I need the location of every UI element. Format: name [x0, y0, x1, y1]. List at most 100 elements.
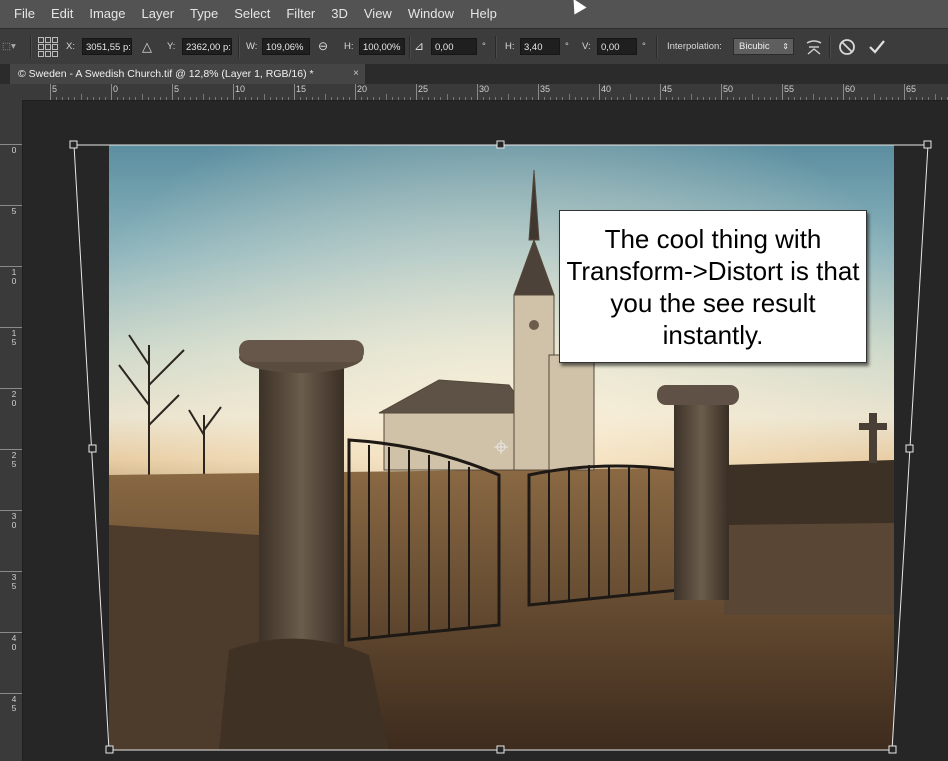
menu-file[interactable]: File — [0, 0, 43, 28]
menu-select[interactable]: Select — [226, 0, 278, 28]
document-canvas[interactable]: The cool thing with Transform->Distort i… — [23, 101, 948, 761]
vertical-ruler[interactable]: 0 5 10 15 20 25 30 35 40 45 — [0, 100, 23, 761]
menu-edit[interactable]: Edit — [43, 0, 81, 28]
ruler-label: 5 — [174, 84, 180, 94]
separator — [409, 36, 411, 58]
height-field[interactable]: 100,00% — [359, 38, 405, 55]
ruler-label: 35 — [540, 84, 551, 94]
menu-window[interactable]: Window — [400, 0, 462, 28]
ruler-major-tick — [0, 571, 22, 572]
ruler-label: 30 — [11, 511, 17, 530]
link-icon[interactable]: ⊖ — [318, 37, 328, 56]
reference-point-grid-icon[interactable] — [38, 37, 58, 57]
ruler-minor-tick — [873, 94, 875, 100]
ruler-minor-tick — [849, 97, 851, 100]
ruler-minor-tick — [751, 94, 753, 100]
ruler-major-tick — [0, 205, 22, 206]
transform-handle[interactable] — [69, 140, 78, 149]
ruler-minor-tick — [202, 94, 204, 100]
ruler-major-tick — [0, 449, 22, 450]
ruler-minor-tick — [214, 97, 216, 100]
ruler-minor-tick — [330, 97, 332, 100]
ruler-minor-tick — [574, 97, 576, 100]
ruler-minor-tick — [867, 97, 869, 100]
ruler-label: 25 — [11, 450, 17, 469]
warp-mode-icon[interactable] — [804, 37, 824, 57]
v-skew-field[interactable]: 0,00 — [597, 38, 637, 55]
ruler-minor-tick — [385, 94, 387, 100]
ruler-minor-tick — [879, 97, 881, 100]
ruler-label: 5 — [52, 84, 58, 94]
h-skew-label: H: — [505, 41, 515, 52]
ruler-minor-tick — [379, 97, 381, 100]
select-arrow-icon: ⇕ — [782, 42, 789, 51]
ruler-major-tick — [416, 84, 417, 100]
ruler-minor-tick — [794, 97, 796, 100]
v-skew-label: V: — [582, 41, 591, 52]
transform-handle[interactable] — [905, 444, 914, 453]
h-skew-unit: ° — [565, 41, 569, 52]
menu-help[interactable]: Help — [462, 0, 505, 28]
ruler-minor-tick — [489, 97, 491, 100]
menu-image[interactable]: Image — [81, 0, 133, 28]
ruler-minor-tick — [178, 97, 180, 100]
h-skew-field[interactable]: 3,40 — [520, 38, 560, 55]
x-position-field[interactable]: 3051,55 p: — [82, 38, 132, 55]
menu-type[interactable]: Type — [182, 0, 226, 28]
document-tab[interactable]: © Sweden - A Swedish Church.tif @ 12,8% … — [10, 64, 365, 84]
menu-3d[interactable]: 3D — [323, 0, 356, 28]
ruler-label: 50 — [723, 84, 734, 94]
tab-close-icon[interactable]: × — [353, 64, 359, 84]
cancel-transform-icon[interactable] — [838, 38, 856, 56]
delta-icon[interactable]: △ — [142, 37, 152, 56]
ruler-minor-tick — [611, 97, 613, 100]
ruler-minor-tick — [281, 97, 283, 100]
ruler-minor-tick — [910, 97, 912, 100]
ruler-label: 45 — [11, 694, 17, 713]
ruler-minor-tick — [586, 97, 588, 100]
ruler-minor-tick — [806, 97, 808, 100]
transform-handle[interactable] — [923, 140, 932, 149]
ruler-minor-tick — [300, 97, 302, 100]
ruler-minor-tick — [696, 97, 698, 100]
rotate-angle-field[interactable]: 0,00 — [431, 38, 477, 55]
ruler-major-tick — [538, 84, 539, 100]
ruler-minor-tick — [348, 97, 350, 100]
transform-tool-icon[interactable]: ⬚▾ — [2, 37, 16, 56]
ruler-minor-tick — [647, 97, 649, 100]
width-label: W: — [246, 41, 258, 52]
width-field[interactable]: 109,06% — [262, 38, 310, 55]
document-tab-title: © Sweden - A Swedish Church.tif @ 12,8% … — [18, 68, 314, 80]
ruler-minor-tick — [592, 97, 594, 100]
ruler-minor-tick — [672, 97, 674, 100]
ruler-label: 25 — [418, 84, 429, 94]
menu-filter[interactable]: Filter — [278, 0, 323, 28]
ruler-minor-tick — [775, 97, 777, 100]
ruler-minor-tick — [98, 97, 100, 100]
ruler-minor-tick — [470, 97, 472, 100]
ruler-minor-tick — [239, 97, 241, 100]
ruler-minor-tick — [940, 97, 942, 100]
ruler-label: 40 — [601, 84, 612, 94]
ruler-minor-tick — [135, 97, 137, 100]
menu-view[interactable]: View — [356, 0, 400, 28]
ruler-minor-tick — [916, 97, 918, 100]
transform-handle[interactable] — [88, 444, 97, 453]
commit-transform-icon[interactable] — [868, 38, 886, 56]
ruler-label: 65 — [906, 84, 917, 94]
ruler-major-tick — [0, 388, 22, 389]
ruler-major-tick — [599, 84, 600, 100]
ruler-minor-tick — [763, 97, 765, 100]
horizontal-ruler[interactable]: 5 0 5 10 15 20 25 30 35 40 45 50 55 60 65 — [22, 84, 948, 101]
y-label: Y: — [167, 41, 176, 52]
ruler-major-tick — [0, 327, 22, 328]
ruler-minor-tick — [165, 97, 167, 100]
interpolation-select[interactable]: Bicubic ⇕ — [733, 38, 794, 55]
ruler-minor-tick — [104, 97, 106, 100]
ruler-minor-tick — [501, 97, 503, 100]
ruler-minor-tick — [836, 97, 838, 100]
options-bar: ⬚▾ X: 3051,55 p: △ Y: 2362,00 p: W: 109,… — [0, 28, 948, 66]
y-position-field[interactable]: 2362,00 p: — [182, 38, 232, 55]
ruler-minor-tick — [159, 97, 161, 100]
menu-layer[interactable]: Layer — [134, 0, 183, 28]
